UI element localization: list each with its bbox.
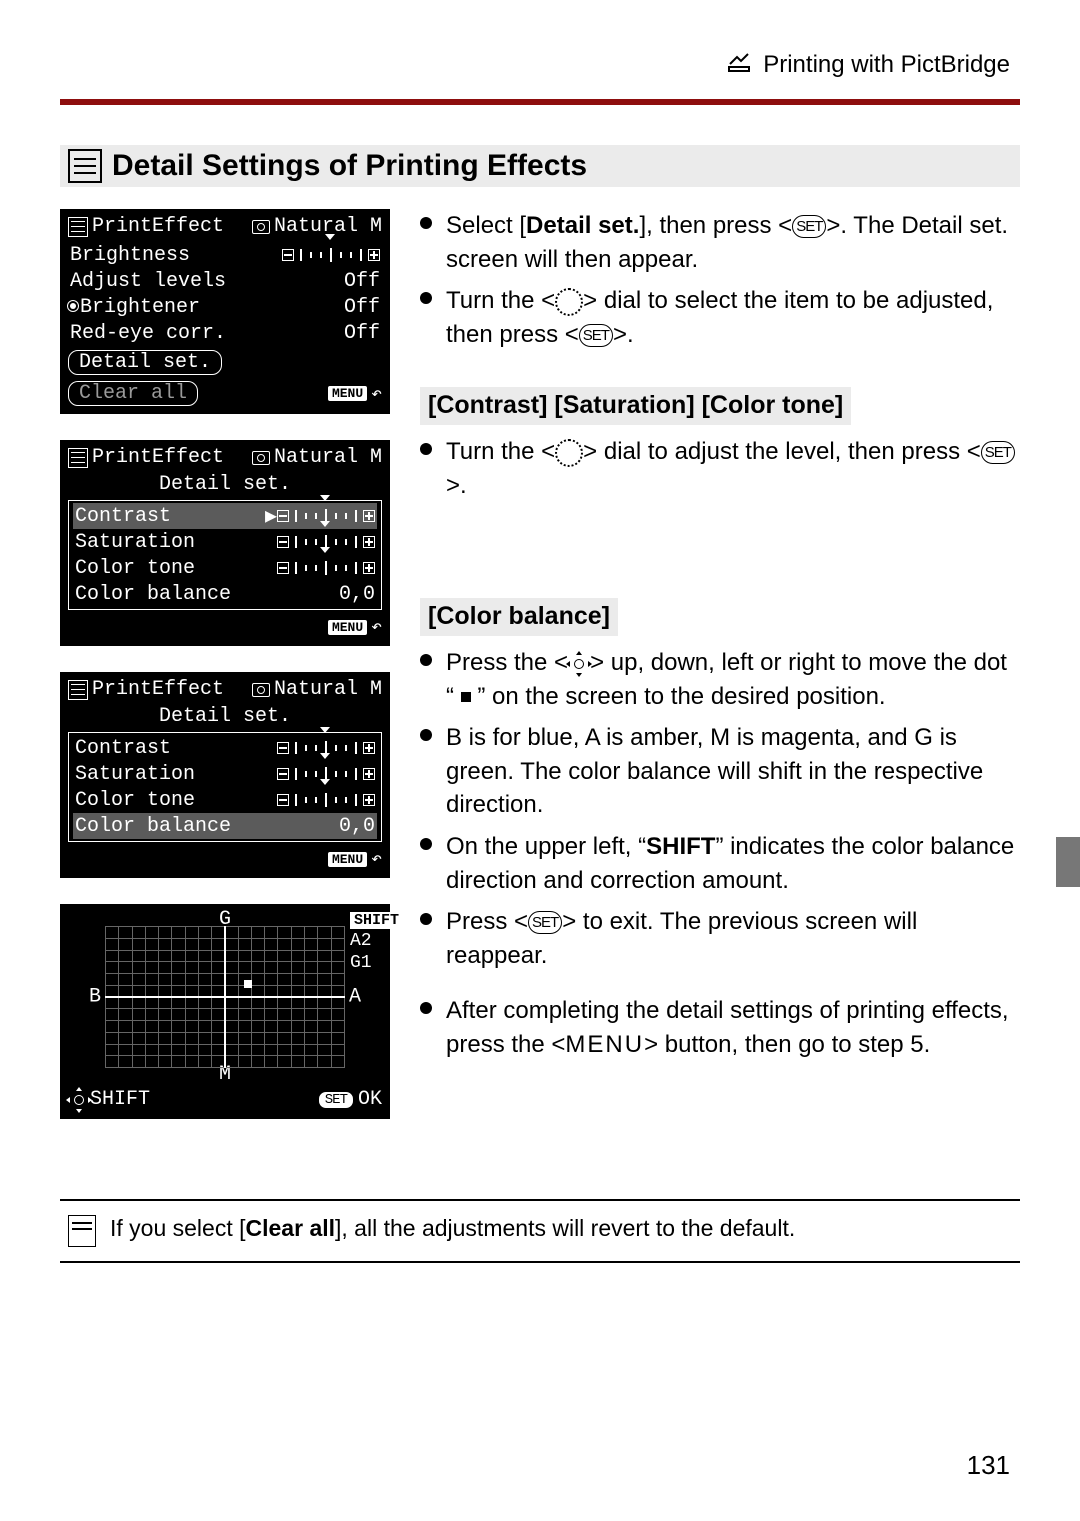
sub2-item-3: On the upper left, “SHIFT” indicates the… <box>420 830 1020 897</box>
note-text: If you select [Clear all], all the adjus… <box>110 1215 795 1242</box>
row-brightness-label: Brightness <box>70 244 282 267</box>
row-colorbalance-label[interactable]: Color balance <box>75 583 339 606</box>
shift-value-2: G1 <box>350 953 403 973</box>
lcd-panel-color-balance-grid: G M B A SHIFT A2 G1 SHIFT SET <box>60 904 390 1119</box>
section-title-bar: Detail Settings of Printing Effects <box>60 145 1020 187</box>
row-contrast-label[interactable]: Contrast <box>75 737 277 760</box>
set-icon: SET <box>981 441 1015 464</box>
dial-icon <box>555 288 583 316</box>
menu-inline-label: MENU <box>565 1031 644 1058</box>
list-icon <box>68 217 88 237</box>
shift-footer: SHIFT <box>90 1088 150 1111</box>
pictbridge-icon <box>727 50 751 81</box>
camera-icon <box>252 451 270 465</box>
color-balance-grid[interactable]: G M B A SHIFT A2 G1 <box>105 912 345 1082</box>
row-saturation-label[interactable]: Saturation <box>75 531 277 554</box>
page-number: 131 <box>967 1450 1010 1481</box>
clear-all-button[interactable]: Clear all <box>68 381 198 406</box>
row-saturation-label[interactable]: Saturation <box>75 763 277 786</box>
row-colorbalance-value: 0,0 <box>339 815 375 838</box>
color-balance-dot <box>244 980 252 988</box>
camera-icon <box>252 683 270 697</box>
header-breadcrumb: Printing with PictBridge <box>763 51 1010 78</box>
set-badge: SET <box>318 1091 354 1109</box>
ok-label: OK <box>358 1088 382 1111</box>
page-header: Printing with PictBridge <box>60 40 1020 99</box>
camera-icon <box>252 220 270 234</box>
panel3-title-right: Natural M <box>274 678 382 701</box>
menu-back[interactable]: MENU↶ <box>328 848 382 870</box>
subhead-color-balance: [Color balance] <box>420 598 618 636</box>
lcd-panel-print-effect: PrintEffect Natural M Brightness Adjust … <box>60 209 390 414</box>
sub2-item-2: B is for blue, A is amber, M is magenta,… <box>420 721 1020 822</box>
panel2-subtitle: Detail set. <box>68 473 382 496</box>
multi-controller-icon <box>568 653 590 675</box>
square-icon <box>461 692 471 702</box>
list-icon <box>68 149 102 183</box>
row-adjust-levels-value: Off <box>344 270 380 293</box>
slider-colortone <box>277 561 375 575</box>
row-brightener-label: Brightener <box>80 296 200 319</box>
closing-item: After completing the detail settings of … <box>420 994 1020 1061</box>
row-redeye-value: Off <box>344 322 380 345</box>
axis-b: B <box>89 986 101 1009</box>
note-icon <box>68 1215 96 1247</box>
intro-item-2: Turn the <> dial to select the item to b… <box>420 284 1020 351</box>
axis-a: A <box>349 986 361 1009</box>
sub2-item-1: Press the <> up, down, left or right to … <box>420 646 1020 713</box>
sub1-item-1: Turn the <> dial to adjust the level, th… <box>420 435 1020 502</box>
multi-controller-icon <box>68 1089 90 1111</box>
menu-back[interactable]: MENU↶ <box>328 616 382 638</box>
set-icon: SET <box>528 911 562 934</box>
closing-list: After completing the detail settings of … <box>420 994 1020 1061</box>
intro-item-1: Select [Detail set.], then press <SET>. … <box>420 209 1020 276</box>
lcd-panel-detail-contrast: PrintEffect Natural M Detail set. Contra… <box>60 440 390 646</box>
shift-label: SHIFT <box>350 912 403 929</box>
row-adjust-levels-label: Adjust levels <box>70 270 344 293</box>
list-icon <box>68 680 88 700</box>
shift-value-1: A2 <box>350 931 403 951</box>
face-brightener-icon <box>70 303 76 309</box>
dial-icon <box>555 439 583 467</box>
lcd-panel-detail-colorbalance: PrintEffect Natural M Detail set. Contra… <box>60 672 390 878</box>
detail-set-button[interactable]: Detail set. <box>68 350 222 375</box>
panel1-title-left: PrintEffect <box>92 215 224 238</box>
subhead-contrast-saturation-colortone: [Contrast] [Saturation] [Color tone] <box>420 387 851 425</box>
row-colortone-label[interactable]: Color tone <box>75 789 277 812</box>
row-brightener-value: Off <box>344 296 380 319</box>
slider-colortone <box>277 793 375 807</box>
section-title: Detail Settings of Printing Effects <box>112 149 587 183</box>
panel3-title-left: PrintEffect <box>92 678 224 701</box>
set-icon: SET <box>792 215 826 238</box>
sub2-list: Press the <> up, down, left or right to … <box>420 646 1020 972</box>
note-box: If you select [Clear all], all the adjus… <box>60 1199 1020 1263</box>
panel2-title-right: Natural M <box>274 446 382 469</box>
divider-red <box>60 99 1020 105</box>
row-contrast-label[interactable]: Contrast <box>75 505 265 528</box>
row-colortone-label[interactable]: Color tone <box>75 557 277 580</box>
panel3-subtitle: Detail set. <box>68 705 382 728</box>
thumb-tab <box>1056 837 1080 887</box>
list-icon <box>68 448 88 468</box>
menu-back[interactable]: MENU↶ <box>328 381 382 406</box>
slider-brightness <box>282 248 380 262</box>
set-icon: SET <box>579 324 613 347</box>
intro-list: Select [Detail set.], then press <SET>. … <box>420 209 1020 351</box>
row-redeye-label: Red-eye corr. <box>70 322 344 345</box>
panel2-title-left: PrintEffect <box>92 446 224 469</box>
row-colorbalance-value: 0,0 <box>339 583 375 606</box>
sub2-item-4: Press <SET> to exit. The previous screen… <box>420 905 1020 972</box>
row-colorbalance-label[interactable]: Color balance <box>75 815 339 838</box>
sub1-list: Turn the <> dial to adjust the level, th… <box>420 435 1020 502</box>
